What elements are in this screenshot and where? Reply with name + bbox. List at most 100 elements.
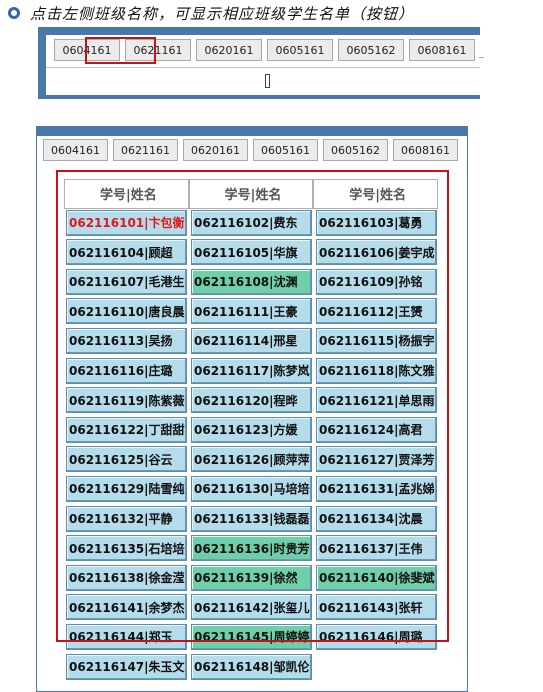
class-button-0621161[interactable]: 0621161 xyxy=(113,139,178,161)
student-button[interactable]: 062116123|方媛 xyxy=(191,416,312,443)
student-button[interactable]: 062116118|陈文雅 xyxy=(316,357,437,384)
text-cursor-icon xyxy=(265,74,270,88)
student-button[interactable]: 062116130|马培培 xyxy=(191,475,312,502)
student-button[interactable]: 062116121|单思雨 xyxy=(316,387,437,414)
student-button[interactable]: 062116135|石培培 xyxy=(66,535,187,562)
student-button[interactable]: 062116109|孙铭 xyxy=(316,268,437,295)
student-button[interactable]: 062116119|陈紫薇 xyxy=(66,387,187,414)
table-row: 062116147|朱玉文 062116148|邹凯伦 xyxy=(64,653,438,683)
table-cell: 062116104|顾超 xyxy=(64,238,189,268)
student-button[interactable]: 062116102|费东 xyxy=(191,209,312,236)
table-row: 062116116|庄璐 062116117|陈梦岚 062116118|陈文雅 xyxy=(64,357,438,387)
class-button-0605162[interactable]: 0605162 xyxy=(338,39,404,61)
column-header: 学号|姓名 xyxy=(188,179,314,209)
table-cell: 062116133|钱磊磊 xyxy=(189,505,314,535)
student-button[interactable]: 062116131|孟兆娣 xyxy=(316,475,437,502)
class-button-0620161[interactable]: 0620161 xyxy=(196,39,262,61)
heading-text: 点击左侧班级名称，可显示相应班级学生名单（按钮） xyxy=(30,4,415,23)
class-button-0605161[interactable]: 0605161 xyxy=(267,39,333,61)
table-cell: 062116122|丁甜甜 xyxy=(64,416,189,446)
class-button-0605162[interactable]: 0605162 xyxy=(323,139,388,161)
table-cell: 062116137|王伟 xyxy=(314,534,439,564)
table-cell: 062116118|陈文雅 xyxy=(314,357,439,387)
class-button-0620161[interactable]: 0620161 xyxy=(183,139,248,161)
table-cell: 062116132|平静 xyxy=(64,505,189,535)
student-button[interactable]: 062116117|陈梦岚 xyxy=(191,357,312,384)
table-row: 062116144|郑玉 062116145|周婷婷 062116146|周璐 xyxy=(64,623,438,653)
student-button[interactable]: 062116106|姜宇成 xyxy=(316,239,437,266)
student-button[interactable]: 062116142|张玺儿 xyxy=(191,594,312,621)
student-button[interactable]: 062116148|邹凯伦 xyxy=(191,653,312,680)
table-cell: 062116130|马培培 xyxy=(189,475,314,505)
table-cell: 062116134|沈晨 xyxy=(314,505,439,535)
class-button-0608161[interactable]: 0608161 xyxy=(409,39,475,61)
student-button[interactable]: 062116137|王伟 xyxy=(316,535,437,562)
student-button[interactable]: 062116111|王豪 xyxy=(191,298,312,325)
student-button[interactable]: 062116144|郑玉 xyxy=(66,623,187,650)
table-cell: 062116107|毛港生 xyxy=(64,268,189,298)
table-cell: 062116119|陈紫薇 xyxy=(64,386,189,416)
student-button[interactable]: 062116110|唐良晨 xyxy=(66,298,187,325)
table-cell: 062116143|张轩 xyxy=(314,593,439,623)
student-button[interactable]: 062116108|沈渊 xyxy=(191,268,312,295)
table-cell: 062116116|庄璐 xyxy=(64,357,189,387)
table-cell: 062116148|邹凯伦 xyxy=(189,653,314,683)
table-cell: 062116135|石培培 xyxy=(64,534,189,564)
student-button[interactable]: 062116138|徐金滢 xyxy=(66,564,187,591)
table-cell: 062116111|王豪 xyxy=(189,297,314,327)
student-button[interactable]: 062116122|丁甜甜 xyxy=(66,416,187,443)
table-cell: 062116110|唐良晨 xyxy=(64,297,189,327)
student-button[interactable]: 062116127|贾泽芳 xyxy=(316,446,437,473)
student-button[interactable]: 062116120|程晔 xyxy=(191,387,312,414)
student-button[interactable]: 062116115|杨振宇 xyxy=(316,327,437,354)
table-cell: 062116139|徐然 xyxy=(189,564,314,594)
table-cell: 062116146|周璐 xyxy=(314,623,439,653)
selected-class-highlight xyxy=(85,37,156,64)
table-cell: 062116114|邢星 xyxy=(189,327,314,357)
student-button[interactable]: 062116146|周璐 xyxy=(316,623,437,650)
table-cell: 062116145|周婷婷 xyxy=(189,623,314,653)
table-row: 062116129|陆雪纯 062116130|马培培 062116131|孟兆娣 xyxy=(64,475,438,505)
student-button[interactable]: 062116134|沈晨 xyxy=(316,505,437,532)
table-row: 062116125|谷云 062116126|顾萍萍 062116127|贾泽芳 xyxy=(64,445,438,475)
student-button[interactable]: 062116105|华旗 xyxy=(191,239,312,266)
student-button[interactable]: 062116139|徐然 xyxy=(191,564,312,591)
student-button[interactable]: 062116141|余梦杰 xyxy=(66,594,187,621)
heading: 点击左侧班级名称，可显示相应班级学生名单（按钮） xyxy=(8,2,414,24)
student-button[interactable]: 062116147|朱玉文 xyxy=(66,653,187,680)
table-cell: 062116147|朱玉文 xyxy=(64,653,189,683)
class-button-0608161[interactable]: 0608161 xyxy=(393,139,458,161)
class-panel: 0604161 0621161 0620161 0605161 0605162 06081… xyxy=(36,126,468,692)
student-button[interactable]: 062116125|谷云 xyxy=(66,446,187,473)
student-button[interactable]: 062116114|邢星 xyxy=(191,327,312,354)
student-button[interactable]: 062116132|平静 xyxy=(66,505,187,532)
student-button[interactable]: 062116136|时贵芳 xyxy=(191,535,312,562)
student-button[interactable]: 062116140|徐斐斌 xyxy=(316,564,437,591)
table-cell xyxy=(314,653,438,683)
table-cell: 062116144|郑玉 xyxy=(64,623,189,653)
class-button-0604161[interactable]: 0604161 xyxy=(43,139,108,161)
table-cell: 062116112|王赟 xyxy=(314,297,439,327)
student-button[interactable]: 062116126|顾萍萍 xyxy=(191,446,312,473)
table-row: 062116122|丁甜甜 062116123|方媛 062116124|高君 xyxy=(64,416,438,446)
table-row: 062116132|平静 062116133|钱磊磊 062116134|沈晨 xyxy=(64,505,438,535)
student-button[interactable]: 062116107|毛港生 xyxy=(66,268,187,295)
table-cell: 062116106|姜宇成 xyxy=(314,238,439,268)
table-row: 062116113|吴扬 062116114|邢星 062116115|杨振宇 xyxy=(64,327,438,357)
student-button[interactable]: 062116143|张轩 xyxy=(316,594,437,621)
student-button[interactable]: 062116112|王赟 xyxy=(316,298,437,325)
student-button[interactable]: 062116133|钱磊磊 xyxy=(191,505,312,532)
student-button[interactable]: 062116116|庄璐 xyxy=(66,357,187,384)
class-button-0605161[interactable]: 0605161 xyxy=(253,139,318,161)
student-button[interactable]: 062116113|吴扬 xyxy=(66,327,187,354)
student-button[interactable]: 062116124|高君 xyxy=(316,416,437,443)
table-row: 062116101|卞包衡 062116102|费东 062116103|葛勇 xyxy=(64,209,438,239)
table-cell: 062116109|孙铭 xyxy=(314,268,439,298)
student-button[interactable]: 062116145|周婷婷 xyxy=(191,623,312,650)
student-button[interactable]: 062116101|卞包衡 xyxy=(66,209,187,236)
student-button[interactable]: 062116129|陆雪纯 xyxy=(66,475,187,502)
student-button[interactable]: 062116103|葛勇 xyxy=(316,209,437,236)
table-row: 062116135|石培培 062116136|时贵芳 062116137|王伟 xyxy=(64,534,438,564)
student-button[interactable]: 062116104|顾超 xyxy=(66,239,187,266)
divider xyxy=(479,57,484,58)
